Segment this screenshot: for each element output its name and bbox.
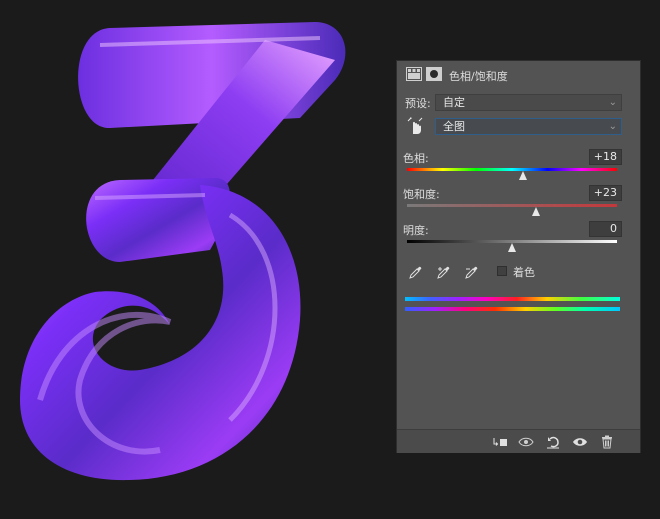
chevron-down-icon: ⌄ (608, 97, 617, 108)
channel-dropdown[interactable]: 全图 ⌄ (435, 118, 622, 135)
input-spectrum-bar (405, 297, 620, 301)
colorize-label: 着色 (513, 266, 535, 279)
artwork-number-3 (20, 22, 346, 481)
chevron-down-icon: ⌄ (608, 121, 617, 132)
colorize-checkbox[interactable] (497, 266, 507, 276)
hue-slider-track[interactable] (407, 168, 617, 171)
saturation-label: 饱和度: (403, 188, 440, 201)
panel-header: 色相/饱和度 (397, 61, 640, 87)
reset-icon (547, 436, 559, 448)
view-previous-state-icon (518, 437, 534, 446)
mask-icon[interactable] (426, 67, 442, 81)
trash-icon (602, 435, 612, 448)
hue-value[interactable]: +18 (589, 149, 622, 165)
channel-value: 全图 (443, 120, 465, 133)
clip-to-layer-icon (493, 437, 507, 446)
eyedropper-plus-icon[interactable] (437, 265, 451, 279)
clip-to-layer-button[interactable] (488, 433, 512, 450)
visibility-eye-icon (573, 437, 587, 446)
saturation-slider-track[interactable] (407, 204, 617, 207)
saturation-value[interactable]: +23 (589, 185, 622, 201)
output-spectrum-bar (405, 307, 620, 311)
adjustment-layer-icon (406, 67, 422, 81)
hue-label: 色相: (403, 152, 429, 165)
lightness-label: 明度: (403, 224, 429, 237)
panel-title: 色相/饱和度 (449, 70, 508, 83)
view-previous-state-button[interactable] (514, 433, 538, 450)
saturation-slider-thumb[interactable] (532, 207, 541, 216)
visibility-toggle-button[interactable] (568, 433, 592, 450)
hand-target-icon[interactable] (407, 117, 423, 135)
eyedropper-icon[interactable] (409, 265, 423, 279)
lightness-value[interactable]: 0 (589, 221, 622, 237)
reset-button[interactable] (541, 433, 565, 450)
preset-value: 自定 (443, 96, 465, 109)
delete-button[interactable] (595, 433, 619, 450)
eyedropper-minus-icon[interactable] (465, 265, 479, 279)
preset-label: 预设: (405, 97, 431, 110)
hue-slider-thumb[interactable] (518, 171, 527, 180)
preset-dropdown[interactable]: 自定 ⌄ (435, 94, 622, 111)
lightness-slider-thumb[interactable] (508, 243, 516, 252)
panel-footer (397, 429, 640, 453)
